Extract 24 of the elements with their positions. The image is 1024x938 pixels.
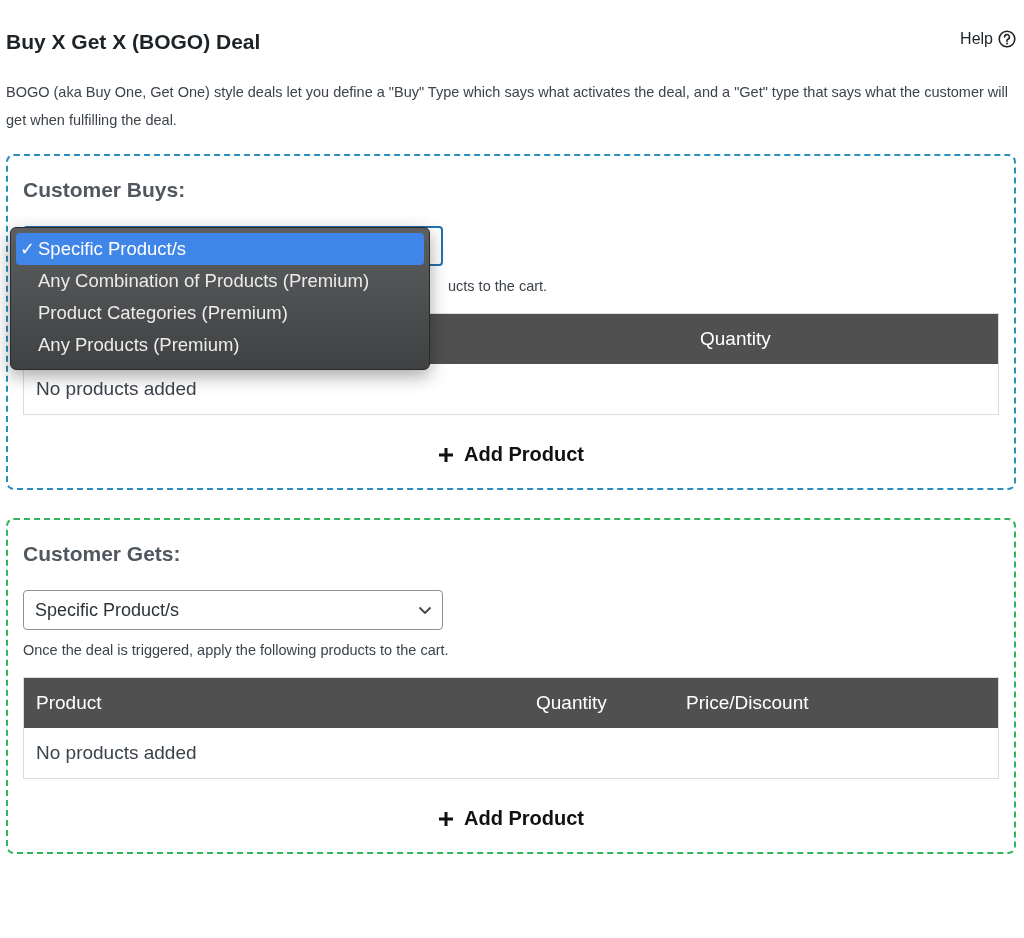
select-field[interactable]: Specific Product/s bbox=[23, 590, 443, 630]
description-text: BOGO (aka Buy One, Get One) style deals let you define a "Buy" Type which says what activates the deal, and a "Get" type that says what the customer will get when fulfilling the deal. bbox=[6, 83, 1009, 130]
menu-option[interactable]: Product Categories (Premium) bbox=[16, 297, 424, 329]
column-header: Product bbox=[36, 692, 103, 714]
section-heading: Customer Buys: bbox=[23, 178, 187, 202]
plus-icon bbox=[438, 810, 454, 827]
hint-text: Once the deal is triggered, apply the following products to the cart. bbox=[23, 642, 449, 658]
column-header: Quantity bbox=[536, 692, 608, 714]
menu-option[interactable]: Any Products (Premium) bbox=[16, 329, 424, 361]
add-product-button[interactable]: Add Product bbox=[438, 807, 584, 830]
column-header: Price/Discount bbox=[686, 692, 810, 714]
column-header: Quantity bbox=[700, 328, 772, 350]
plus-icon bbox=[438, 446, 454, 463]
help-link[interactable]: Help bbox=[960, 30, 1016, 48]
add-product-button[interactable]: Add Product bbox=[438, 443, 584, 466]
help-icon bbox=[998, 30, 1016, 48]
page-title: Buy X Get X (BOGO) Deal bbox=[6, 30, 261, 54]
menu-option[interactable]: ✓ Specific Product/s bbox=[16, 233, 424, 265]
menu-option[interactable]: Any Combination of Products (Premium) bbox=[16, 265, 424, 297]
empty-message: No products added bbox=[35, 741, 198, 765]
caret-icon bbox=[418, 605, 432, 615]
empty-message: No products added bbox=[35, 377, 198, 401]
section-heading: Customer Gets: bbox=[23, 542, 182, 566]
hint-text: ucts to the cart. bbox=[448, 278, 548, 294]
